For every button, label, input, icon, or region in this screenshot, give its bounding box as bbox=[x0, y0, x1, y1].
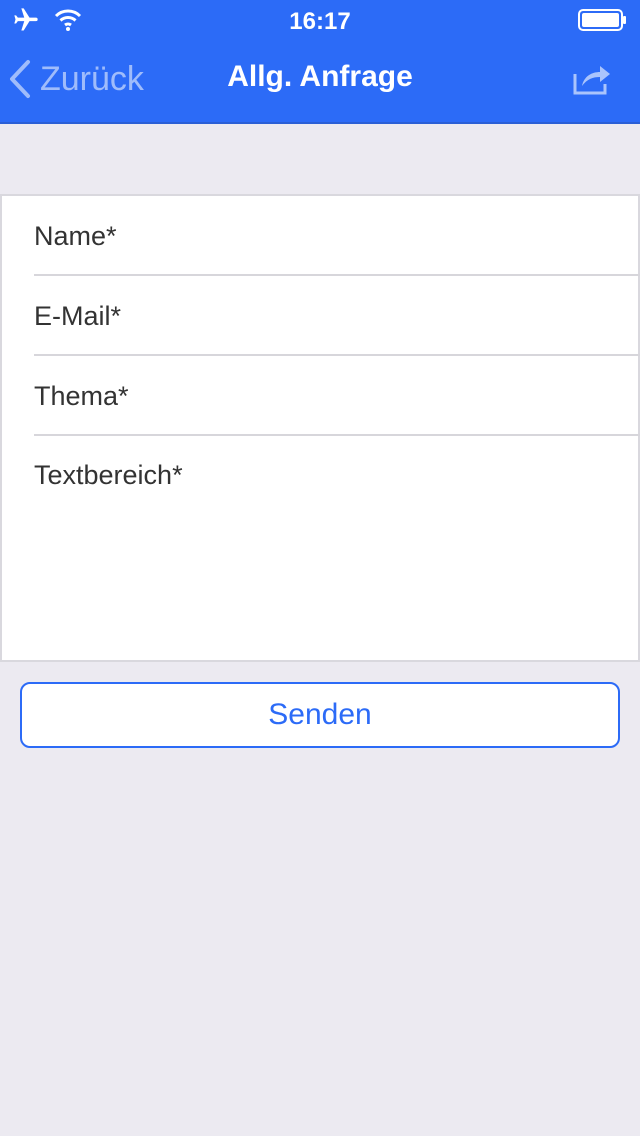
message-row bbox=[34, 436, 638, 660]
name-field[interactable] bbox=[34, 196, 640, 276]
navigation-bar: Zurück Allg. Anfrage bbox=[0, 40, 640, 122]
topic-field[interactable] bbox=[34, 356, 640, 436]
email-row bbox=[34, 276, 640, 356]
status-bar: 16:17 bbox=[0, 0, 640, 40]
header: 16:17 Zurück Allg. Anfrage bbox=[0, 0, 640, 124]
status-time: 16:17 bbox=[289, 8, 351, 35]
submit-button[interactable]: Senden bbox=[20, 682, 620, 748]
email-field[interactable] bbox=[34, 276, 640, 356]
message-textarea[interactable] bbox=[34, 436, 638, 660]
inquiry-form bbox=[0, 194, 640, 662]
topic-row bbox=[34, 356, 640, 436]
name-row bbox=[34, 196, 640, 276]
share-icon[interactable] bbox=[572, 60, 612, 96]
page-title: Allg. Anfrage bbox=[227, 60, 413, 93]
battery-icon bbox=[578, 9, 626, 31]
